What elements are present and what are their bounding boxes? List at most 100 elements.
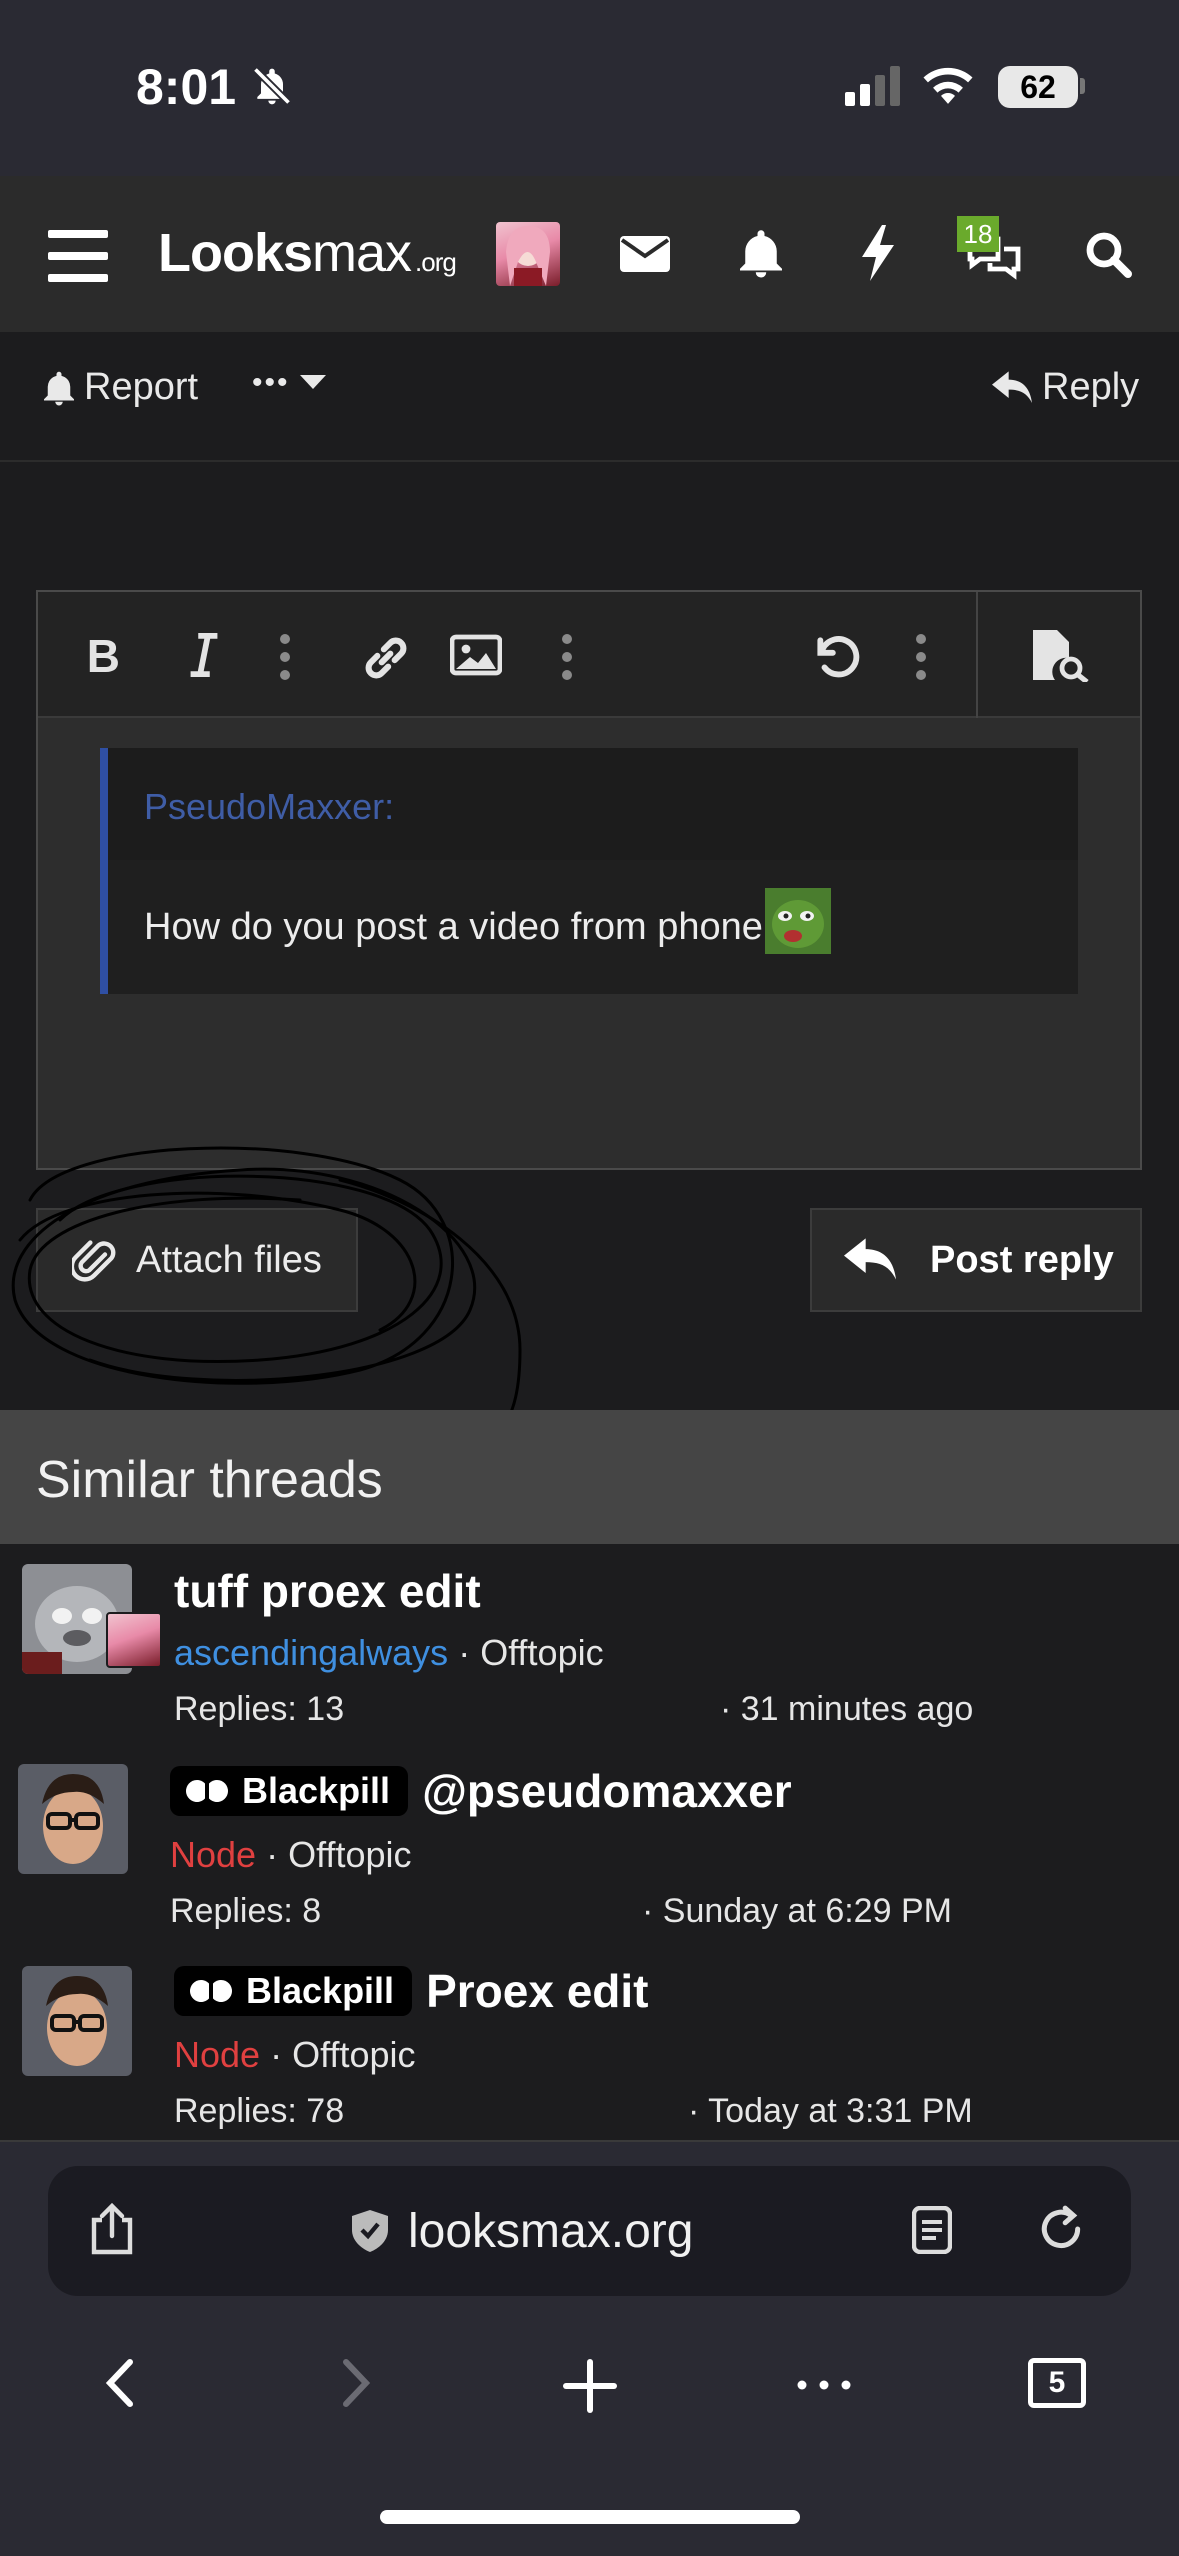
user-avatar[interactable] [496,222,560,286]
battery-tip [1080,78,1085,94]
more-menu-icon[interactable] [796,2378,852,2392]
thread-author[interactable]: ascendingalways [174,1632,448,1673]
wifi-icon [923,67,973,104]
meta-separator: · [266,1834,279,1875]
similar-threads-header: Similar threads [0,1410,1179,1544]
thread-author[interactable]: Node [170,1834,256,1875]
thread-title-text: tuff proex edit [174,1565,481,1617]
svg-text:B: B [87,632,120,678]
thread-forum[interactable]: Offtopic [480,1632,603,1673]
whats-new-bolt-icon[interactable] [860,224,896,282]
report-button[interactable]: Report [44,366,198,409]
blackpill-prefix[interactable]: Blackpill [170,1766,409,1816]
quote-block: PseudoMaxxer: How do you post a video fr… [100,748,1078,994]
report-bell-icon [44,371,74,405]
prefix-label: Blackpill [246,1970,395,2011]
thread-avatar[interactable] [22,1966,132,2076]
more-text-options-icon[interactable] [278,632,292,682]
thread-date: · 31 minutes ago [720,1690,974,1728]
reply-label: Reply [1042,366,1140,408]
thread-replies: Replies: 8 [170,1892,322,1930]
reload-icon[interactable] [1036,2204,1086,2254]
thread-item[interactable]: tuff proex edit ascendingalways · Offtop… [0,1544,1179,1744]
toolbar-separator [976,592,978,718]
link-icon[interactable] [360,632,412,684]
thread-meta: Node · Offtopic [174,2034,416,2076]
more-insert-options-icon[interactable] [560,632,574,682]
battery-indicator: 62 [998,66,1078,108]
thread-forum[interactable]: Offtopic [288,1834,411,1875]
hamburger-menu-icon[interactable] [48,230,108,282]
thread-date: · Today at 3:31 PM [688,2092,973,2130]
cellular-signal-icon [845,66,900,106]
url-text[interactable]: looksmax.org [408,2204,693,2259]
italic-icon[interactable] [184,632,224,678]
thread-title[interactable]: tuff proex edit [174,1564,481,1618]
thread-date: · Sunday at 6:29 PM [642,1892,952,1930]
thread-meta: ascendingalways · Offtopic [174,1632,604,1674]
logo-suffix: .org [415,247,457,277]
attach-files-button[interactable]: Attach files [36,1208,358,1312]
prefix-label: Blackpill [242,1770,391,1811]
editor-toolbar: B [38,592,1140,718]
meta-separator: · [458,1632,471,1673]
tabs-button[interactable]: 5 [1028,2358,1086,2408]
site-logo[interactable]: Looks max .org [158,222,457,284]
thread-replies: Replies: 13 [174,1690,345,1728]
undo-icon[interactable] [812,632,862,682]
more-editor-options-icon[interactable] [914,632,928,682]
share-icon[interactable] [90,2202,134,2256]
similar-threads-title: Similar threads [36,1451,383,1509]
alerts-bell-icon[interactable] [740,228,782,278]
thread-forum[interactable]: Offtopic [292,2034,415,2075]
reply-arrow-icon [844,1238,896,1280]
image-icon[interactable] [450,634,502,676]
similar-threads-list: tuff proex edit ascendingalways · Offtop… [0,1544,1179,2142]
post-action-row: Report ••• Reply [0,332,1179,462]
new-tab-plus-icon[interactable] [562,2358,618,2414]
thread-title-text: @pseudomaxxer [422,1765,792,1817]
last-poster-avatar[interactable] [106,1612,162,1668]
preview-icon[interactable] [1028,630,1090,682]
bell-off-icon [252,66,292,106]
inbox-icon[interactable] [620,234,670,274]
forum-nav-bar: Looks max .org 18 [0,176,1179,332]
quote-body: How do you post a video from phone [108,860,1078,960]
thread-avatar[interactable] [18,1764,128,1874]
quote-text: How do you post a video from phone [144,905,763,948]
more-options-label: ••• [252,366,290,399]
post-reply-label: Post reply [930,1238,1114,1281]
thread-main: Report ••• Reply B PseudoMaxxer: How do … [0,332,1179,1410]
status-time: 8:01 [136,59,237,115]
back-chevron-icon[interactable] [104,2358,134,2408]
thread-item[interactable]: Blackpill Proex edit Node · Offtopic Rep… [0,1944,1179,2144]
thread-author[interactable]: Node [174,2034,260,2075]
chevron-down-icon [299,375,326,389]
thread-replies: Replies: 78 [174,2092,345,2130]
thread-title-text: Proex edit [426,1965,649,2017]
logo-light: max [312,223,412,283]
report-label: Report [84,366,199,408]
bold-icon[interactable]: B [84,632,124,678]
home-indicator [380,2510,800,2524]
reply-editor[interactable]: B PseudoMaxxer: How do you post a video … [36,590,1142,1170]
thread-title[interactable]: Blackpill Proex edit [174,1964,648,2018]
search-icon[interactable] [1084,230,1132,278]
blackpill-prefix[interactable]: Blackpill [174,1966,413,2016]
reply-button[interactable]: Reply [992,366,1139,409]
forward-chevron-icon [343,2359,371,2407]
thread-item[interactable]: Blackpill @pseudomaxxer Node · Offtopic … [0,1744,1179,1944]
reader-mode-icon[interactable] [912,2206,952,2254]
secure-shield-icon [352,2210,388,2252]
meta-separator: · [270,2034,283,2075]
more-options-button[interactable]: ••• [252,366,326,400]
address-bar[interactable]: looksmax.org [48,2166,1131,2296]
logo-bold: Looks [158,223,313,283]
status-bar: 8:01 62 [0,0,1179,176]
conversations-badge: 18 [957,216,999,252]
blackpill-icon [190,1978,232,2004]
quote-author[interactable]: PseudoMaxxer: [108,748,1078,860]
thread-meta: Node · Offtopic [170,1834,412,1876]
thread-title[interactable]: Blackpill @pseudomaxxer [170,1764,792,1818]
post-reply-button[interactable]: Post reply [810,1208,1142,1312]
